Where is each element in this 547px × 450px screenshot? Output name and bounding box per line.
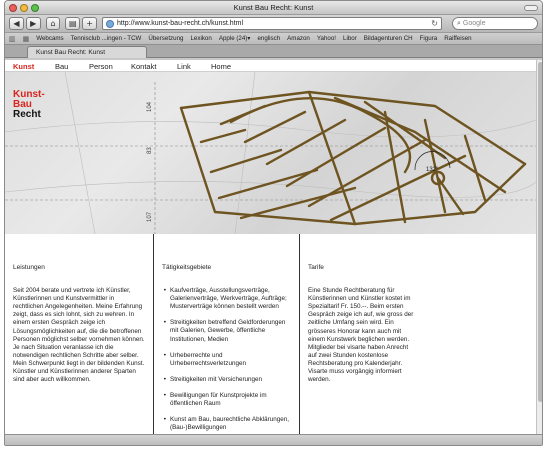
measure-label: 83 <box>147 147 153 154</box>
browser-window: Kunst Bau Recht: Kunst ◀ ▶ ⌂ ▤ + http://… <box>4 0 543 446</box>
bookmark-item[interactable]: Übersetzung <box>148 35 183 42</box>
measure-label: 104 <box>147 101 153 112</box>
search-icon: ⌕ <box>456 19 461 27</box>
list-item: Streitigkeiten mit Versicherungen <box>162 376 291 384</box>
column-heading: Tätigkeitsgebiete <box>162 264 212 271</box>
measure-label: 107 <box>147 211 153 222</box>
close-window-button[interactable] <box>9 4 17 12</box>
status-bar <box>5 434 542 445</box>
bookmark-item[interactable]: Bildagenturen CH <box>364 35 413 42</box>
bookmark-item[interactable]: Raiffeisen <box>444 35 471 42</box>
address-bar[interactable]: http://www.kunst-bau-recht.ch/kunst.html… <box>101 17 442 30</box>
shopping-cart-drawing: 104 83 107 132° <box>5 72 536 234</box>
tab-bar: Kunst Bau Recht: Kunst <box>5 45 542 58</box>
minimize-window-button[interactable] <box>20 4 28 12</box>
column-taetigkeitsgebiete: Tätigkeitsgebiete Kaufverträge, Ausstell… <box>153 234 299 436</box>
nav-item-home[interactable]: Home <box>211 62 231 71</box>
angle-label: 132° <box>426 167 439 173</box>
bookmark-item[interactable]: Yahoo! <box>317 35 336 42</box>
bookmark-item[interactable]: Figura <box>420 35 438 42</box>
list-item: Streitigkeiten betreffend Geldforderunge… <box>162 319 291 343</box>
reload-icon[interactable]: ↻ <box>431 19 438 28</box>
column-text: Eine Stunde Rechtberatung für Künstlerin… <box>308 287 414 384</box>
nav-item-bau[interactable]: Bau <box>55 62 68 71</box>
bookmarks-bar: ▥ ▦ Webcams Tennisclub ...ingen - TCW Üb… <box>5 33 542 45</box>
bookmark-item[interactable]: Webcams <box>36 35 63 42</box>
home-button[interactable]: ⌂ <box>45 17 61 30</box>
bookmark-item[interactable]: Apple (24)▾ <box>219 35 251 42</box>
page-viewport: Kunst Bau Person Kontakt Link Home Kunst… <box>5 60 542 436</box>
vertical-scrollbar[interactable] <box>536 60 542 436</box>
window-title: Kunst Bau Recht: Kunst <box>233 3 314 12</box>
column-tarife: Tarife Eine Stunde Rechtberatung für Kün… <box>299 234 536 436</box>
top-sites-grid-icon[interactable]: ▦ <box>23 35 30 43</box>
nav-item-kontakt[interactable]: Kontakt <box>131 62 156 71</box>
site-icon <box>105 19 114 28</box>
address-url: http://www.kunst-bau-recht.ch/kunst.html <box>116 20 244 27</box>
bookmark-item[interactable]: Libor <box>343 35 357 42</box>
column-text: Seit 2004 berate und vertrete ich Künstl… <box>13 287 145 384</box>
column-heading: Leistungen <box>13 264 45 271</box>
logo-line-recht: Recht <box>13 109 41 120</box>
list-item: Kaufverträge, Ausstellungsverträge, Gale… <box>162 287 291 311</box>
bookmarks-book-icon[interactable]: ▥ <box>9 35 16 43</box>
tab-active[interactable]: Kunst Bau Recht: Kunst <box>27 46 147 58</box>
column-heading: Tarife <box>308 264 324 271</box>
site-navigation: Kunst Bau Person Kontakt Link Home <box>5 60 536 72</box>
search-field[interactable]: ⌕ Google <box>451 17 538 30</box>
nav-item-link[interactable]: Link <box>177 62 191 71</box>
window-controls <box>9 4 39 12</box>
activity-list: Kaufverträge, Ausstellungsverträge, Gale… <box>162 287 291 432</box>
toolbar-toggle-button[interactable] <box>524 5 538 11</box>
bookmark-item[interactable]: englisch <box>257 35 280 42</box>
bookmark-item[interactable]: Tennisclub ...ingen - TCW <box>71 35 142 42</box>
hero-image: Kunst- Bau Recht 104 83 107 132° <box>5 72 536 234</box>
column-leistungen: Leistungen Seit 2004 berate und vertrete… <box>5 234 153 436</box>
bookmark-item[interactable]: Lexikon <box>190 35 211 42</box>
zoom-window-button[interactable] <box>31 4 39 12</box>
bookmark-item[interactable]: Amazon <box>287 35 310 42</box>
list-item: Kunst am Bau, baurechtliche Abklärungen,… <box>162 416 291 432</box>
back-button[interactable]: ◀ <box>9 17 24 30</box>
site-logo: Kunst- Bau Recht <box>13 90 45 120</box>
browser-toolbar: ◀ ▶ ⌂ ▤ + http://www.kunst-bau-recht.ch/… <box>5 15 542 33</box>
scrollbar-thumb[interactable] <box>538 62 542 402</box>
print-button[interactable]: ▤ <box>65 17 81 30</box>
search-placeholder: Google <box>462 20 486 27</box>
forward-button[interactable]: ▶ <box>25 17 41 30</box>
nav-item-person[interactable]: Person <box>89 62 113 71</box>
list-item: Urheberrechte und Urheberrechtsverletzun… <box>162 352 291 368</box>
content-columns: Leistungen Seit 2004 berate und vertrete… <box>5 234 536 436</box>
nav-item-kunst[interactable]: Kunst <box>13 62 34 71</box>
add-bookmark-button[interactable]: + <box>82 17 97 30</box>
list-item: Bewilligungen für Kunstprojekte im öffen… <box>162 392 291 408</box>
title-bar: Kunst Bau Recht: Kunst <box>5 1 542 15</box>
